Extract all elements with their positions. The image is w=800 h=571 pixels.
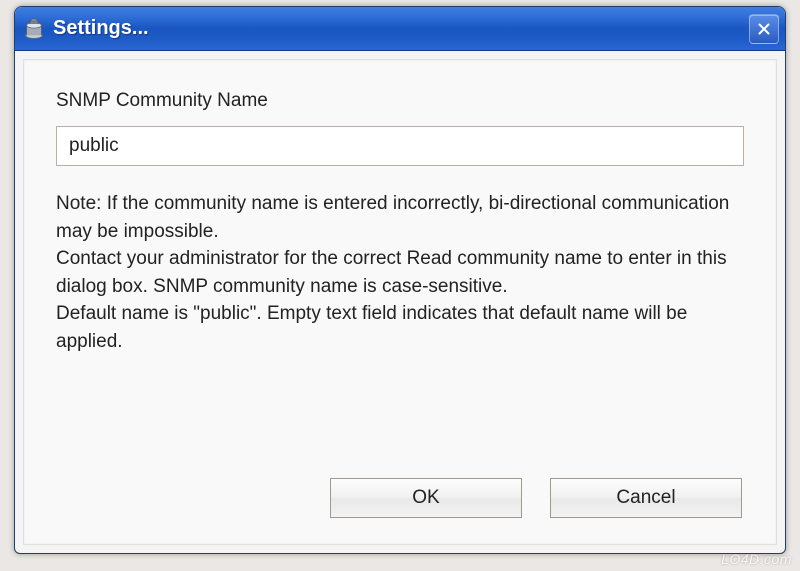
titlebar: Settings... <box>15 7 785 51</box>
dialog-body: SNMP Community Name Note: If the communi… <box>23 59 777 545</box>
community-name-input[interactable] <box>56 126 744 166</box>
spacer <box>56 355 744 474</box>
note-text: Note: If the community name is entered i… <box>56 190 744 355</box>
app-icon <box>23 18 45 40</box>
button-row: OK Cancel <box>56 474 744 524</box>
cancel-button[interactable]: Cancel <box>550 478 742 518</box>
settings-dialog: Settings... SNMP Community Name Note: If… <box>14 6 786 554</box>
window-title: Settings... <box>53 17 749 40</box>
community-name-label: SNMP Community Name <box>56 90 744 112</box>
ok-button[interactable]: OK <box>330 478 522 518</box>
close-button[interactable] <box>749 14 779 44</box>
